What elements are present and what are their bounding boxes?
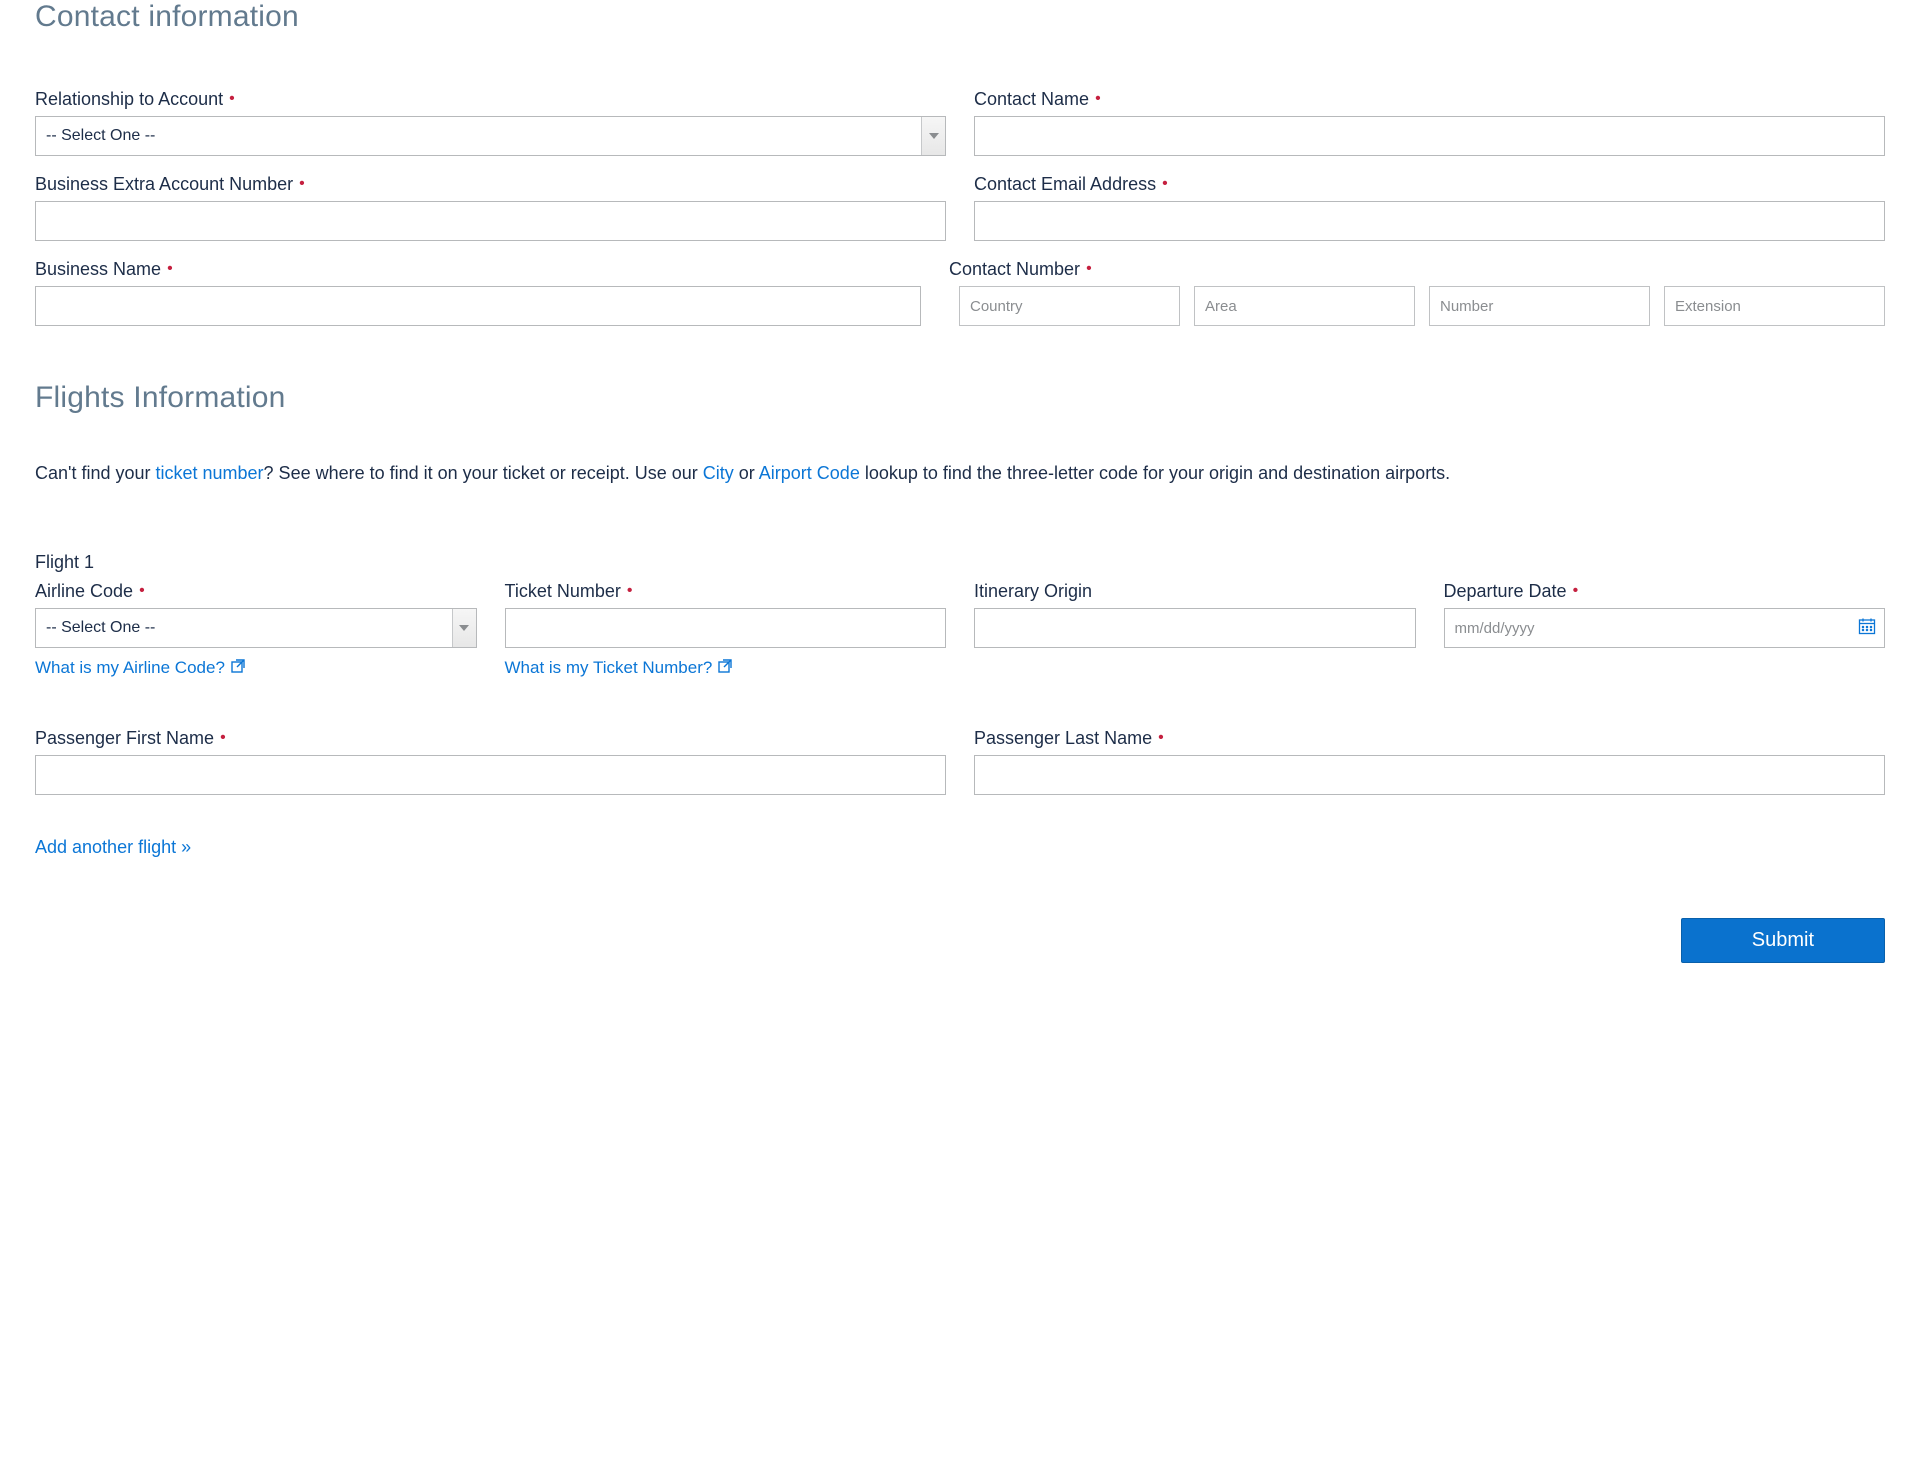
external-link-icon [718, 658, 732, 678]
passenger-last-name-input[interactable] [974, 755, 1885, 795]
relationship-value: -- Select One -- [36, 117, 921, 155]
airline-code-label: Airline Code [35, 581, 477, 602]
airline-code-value: -- Select One -- [36, 609, 452, 647]
phone-country-input[interactable] [959, 286, 1180, 326]
airline-code-hint-text: What is my Airline Code? [35, 658, 225, 678]
airline-code-hint-link[interactable]: What is my Airline Code? [35, 658, 245, 678]
help-text-part: ? See where to find it on your ticket or… [264, 463, 703, 483]
airport-code-link[interactable]: Airport Code [759, 463, 860, 483]
bex-number-label: Business Extra Account Number [35, 174, 946, 195]
itinerary-origin-input[interactable] [974, 608, 1416, 648]
ticket-number-label: Ticket Number [505, 581, 947, 602]
business-name-input[interactable] [35, 286, 921, 326]
ticket-number-link[interactable]: ticket number [156, 463, 264, 483]
city-lookup-link[interactable]: City [703, 463, 734, 483]
help-text-part: or [734, 463, 759, 483]
ticket-number-hint-link[interactable]: What is my Ticket Number? [505, 658, 733, 678]
ticket-number-hint-text: What is my Ticket Number? [505, 658, 713, 678]
contact-section-title: Contact information [35, 0, 1885, 34]
external-link-icon [231, 658, 245, 678]
flights-help-text: Can't find your ticket number? See where… [35, 460, 1885, 487]
relationship-label: Relationship to Account [35, 89, 946, 110]
help-text-part: lookup to find the three-letter code for… [860, 463, 1450, 483]
chevron-down-icon [921, 117, 945, 155]
passenger-last-name-label: Passenger Last Name [974, 728, 1885, 749]
departure-date-field[interactable] [1444, 608, 1886, 648]
bex-number-input[interactable] [35, 201, 946, 241]
submit-button[interactable]: Submit [1681, 918, 1885, 963]
email-input[interactable] [974, 201, 1885, 241]
departure-date-input[interactable] [1453, 609, 1859, 647]
email-label: Contact Email Address [974, 174, 1885, 195]
ticket-number-input[interactable] [505, 608, 947, 648]
itinerary-origin-label: Itinerary Origin [974, 581, 1416, 602]
contact-name-label: Contact Name [974, 89, 1885, 110]
flights-section-title: Flights Information [35, 381, 1885, 415]
airline-code-select[interactable]: -- Select One -- [35, 608, 477, 648]
relationship-select[interactable]: -- Select One -- [35, 116, 946, 156]
business-name-label: Business Name [35, 259, 921, 280]
contact-number-label: Contact Number [949, 259, 1885, 280]
passenger-first-name-input[interactable] [35, 755, 946, 795]
phone-area-input[interactable] [1194, 286, 1415, 326]
chevron-down-icon [452, 609, 476, 647]
contact-name-input[interactable] [974, 116, 1885, 156]
flight-1-heading: Flight 1 [35, 552, 1885, 573]
phone-extension-input[interactable] [1664, 286, 1885, 326]
add-another-flight-link[interactable]: Add another flight » [35, 837, 191, 858]
departure-date-label: Departure Date [1444, 581, 1886, 602]
phone-number-input[interactable] [1429, 286, 1650, 326]
passenger-first-name-label: Passenger First Name [35, 728, 946, 749]
calendar-icon[interactable] [1858, 617, 1876, 640]
help-text-part: Can't find your [35, 463, 156, 483]
